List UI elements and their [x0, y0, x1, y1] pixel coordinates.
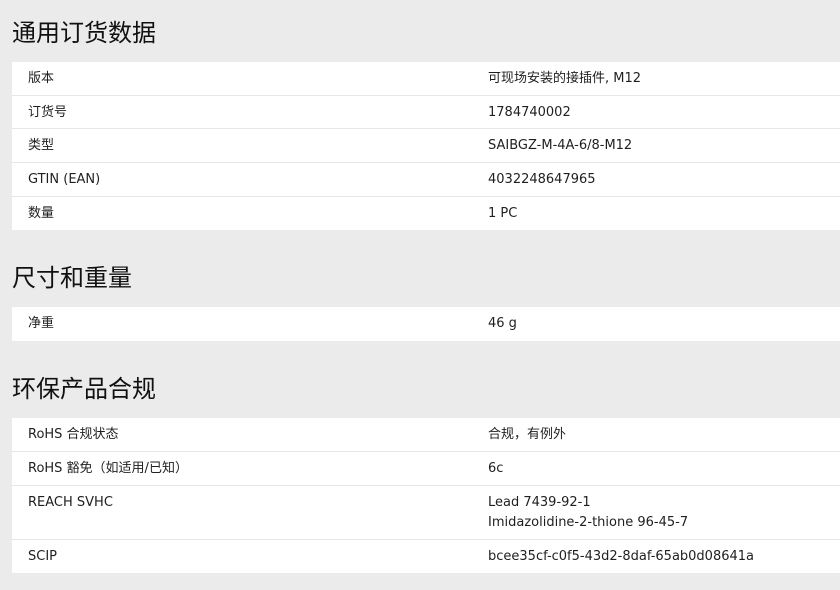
row-value: 1 PC	[488, 206, 518, 221]
table-row: 类型 SAIBGZ-M-4A-6/8-M12	[12, 129, 840, 163]
table-row: 数量 1 PC	[12, 197, 840, 230]
row-value: 46 g	[488, 316, 517, 331]
row-label: 净重	[28, 316, 55, 331]
row-value: bcee35cf-c0f5-43d2-8daf-65ab0d08641a	[488, 549, 755, 564]
row-value-multiline: Lead 7439-92-1 Imidazolidine-2-thione 96…	[488, 493, 688, 533]
row-label: RoHS 豁免（如适用/已知）	[28, 461, 188, 476]
row-value: 1784740002	[488, 105, 571, 120]
row-label: REACH SVHC	[28, 495, 113, 510]
table-row: REACH SVHC Lead 7439-92-1 Imidazolidine-…	[12, 486, 840, 540]
table-row: 净重 46 g	[12, 307, 840, 341]
general-ordering-table: 版本 可现场安装的接插件, M12 订货号 1784740002 类型 SAIB…	[12, 62, 840, 230]
row-label: 版本	[28, 71, 55, 86]
section-title-dimensions-weight: 尺寸和重量	[12, 264, 132, 292]
row-value: 6c	[488, 461, 504, 476]
table-row: GTIN (EAN) 4032248647965	[12, 163, 840, 197]
row-value: 合规，有例外	[488, 427, 567, 442]
table-row: 版本 可现场安装的接插件, M12	[12, 62, 840, 96]
section-title-general-ordering: 通用订货数据	[12, 19, 156, 47]
table-row: RoHS 合规状态 合规，有例外	[12, 418, 840, 452]
dimensions-weight-table: 净重 46 g	[12, 307, 840, 341]
row-value-line: Lead 7439-92-1	[488, 495, 591, 510]
row-label: SCIP	[28, 549, 58, 564]
row-label: 类型	[28, 138, 55, 153]
row-label: RoHS 合规状态	[28, 427, 119, 442]
table-row: 订货号 1784740002	[12, 96, 840, 129]
row-value: SAIBGZ-M-4A-6/8-M12	[488, 138, 633, 153]
row-value: 可现场安装的接插件, M12	[488, 71, 642, 86]
section-title-environmental-compliance: 环保产品合规	[12, 375, 156, 403]
table-row: RoHS 豁免（如适用/已知） 6c	[12, 452, 840, 486]
table-row: SCIP bcee35cf-c0f5-43d2-8daf-65ab0d08641…	[12, 540, 840, 573]
row-label: 订货号	[28, 105, 68, 120]
environmental-compliance-table: RoHS 合规状态 合规，有例外 RoHS 豁免（如适用/已知） 6c REAC…	[12, 418, 840, 573]
row-label: 数量	[28, 206, 55, 221]
row-value-line: Imidazolidine-2-thione 96-45-7	[488, 515, 689, 530]
row-label: GTIN (EAN)	[28, 172, 101, 187]
row-value: 4032248647965	[488, 172, 596, 187]
